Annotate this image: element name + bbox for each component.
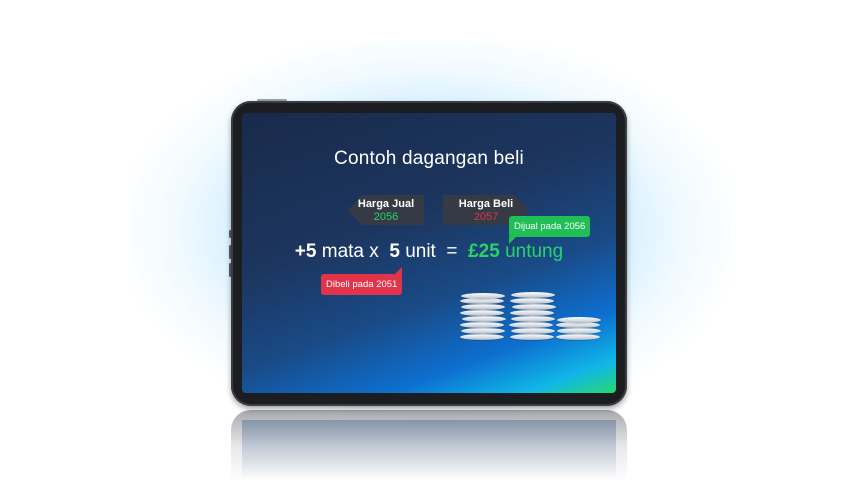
units-value: 5: [389, 241, 400, 262]
sell-price-tag: Harga Jual 2056: [348, 195, 424, 225]
profit-value: £25: [468, 241, 500, 262]
sold-at-bubble: Dijual pada 2056: [509, 216, 591, 244]
sell-price-label: Harga Jual: [357, 198, 415, 210]
profit-word: untung: [505, 241, 564, 262]
pips-word: mata x: [321, 241, 379, 262]
coin-stacks-icon: [460, 290, 605, 340]
screen-title: Contoh dagangan beli: [334, 148, 524, 169]
bought-at-bubble: Dibeli pada 2051: [321, 267, 403, 295]
pips-value: +5: [294, 241, 317, 262]
buy-price-label: Harga Beli: [458, 198, 514, 210]
tablet-screen: Contoh dagangan beli Harga Jual 2056 Har…: [242, 113, 616, 393]
tablet-reflection: [231, 410, 627, 490]
units-word: unit: [405, 241, 436, 262]
profit-equation: +5 mata x 5 unit = £25 untung: [242, 241, 616, 263]
sell-price-value: 2056: [373, 211, 399, 223]
equals-sign: =: [446, 241, 458, 262]
